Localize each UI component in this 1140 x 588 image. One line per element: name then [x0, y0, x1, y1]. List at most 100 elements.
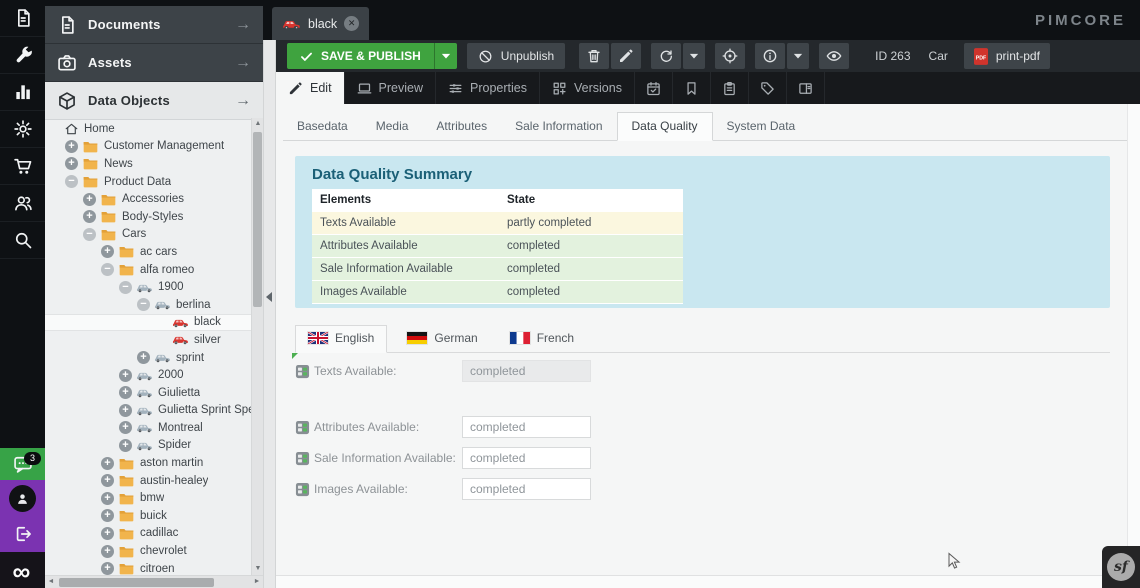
save-publish-button[interactable]: SAVE & PUBLISH [287, 43, 457, 69]
attributes-available-input[interactable] [462, 416, 591, 438]
tree-item-citroen[interactable]: + citroen [45, 560, 263, 575]
save-publish-main[interactable]: SAVE & PUBLISH [287, 43, 434, 69]
tree-item-1900[interactable]: − 1900 [45, 278, 263, 296]
tree-item-cadillac[interactable]: + cadillac [45, 525, 263, 543]
tree-item-sprint[interactable]: + sprint [45, 349, 263, 367]
symfony-debug-toolbar-button[interactable]: sf [1102, 546, 1140, 588]
expand-icon[interactable]: + [101, 545, 114, 558]
tree-item-silver[interactable]: silver [45, 331, 263, 349]
expand-icon[interactable]: + [65, 140, 78, 153]
tree-item-accessories[interactable]: + Accessories [45, 190, 263, 208]
expand-icon[interactable]: + [119, 439, 132, 452]
subtab-media[interactable]: Media [362, 113, 423, 140]
pencil-button[interactable] [611, 43, 641, 69]
scroll-right-icon[interactable]: ► [251, 576, 263, 588]
tree-item-gulietta-sprint-specia[interactable]: + Gulietta Sprint Specia [45, 402, 263, 420]
tree-item-berlina[interactable]: − berlina [45, 296, 263, 314]
lang-tab-english[interactable]: English [295, 325, 387, 353]
expand-icon[interactable]: + [101, 492, 114, 505]
tree-vertical-scrollbar[interactable]: ▲ ▼ [251, 118, 263, 575]
expand-icon[interactable]: + [137, 351, 150, 364]
tree-item-home[interactable]: Home [45, 120, 263, 138]
subtab-data-quality[interactable]: Data Quality [617, 112, 713, 141]
tree-horizontal-scrollbar[interactable]: ◄ ► [45, 575, 263, 588]
tab-layout[interactable] [787, 72, 825, 104]
rail-infinity-button[interactable]: ∞ [0, 552, 45, 588]
rail-cart-button[interactable] [0, 148, 45, 185]
expand-icon[interactable]: + [101, 474, 114, 487]
subtab-basedata[interactable]: Basedata [283, 113, 362, 140]
tree-item-black[interactable]: black [45, 314, 263, 332]
info-button[interactable] [755, 43, 785, 69]
tab-tag[interactable] [749, 72, 787, 104]
tab-clipboard[interactable] [711, 72, 749, 104]
tree-item-alfa-romeo[interactable]: − alfa romeo [45, 261, 263, 279]
lang-tab-french[interactable]: French [498, 326, 586, 352]
collapse-icon[interactable]: − [83, 228, 96, 241]
tree-item-news[interactable]: + News [45, 155, 263, 173]
save-options-caret[interactable] [434, 43, 457, 69]
tree-item-product-data[interactable]: − Product Data [45, 173, 263, 191]
unpublish-button[interactable]: Unpublish [467, 43, 565, 69]
panel-splitter[interactable] [263, 40, 276, 588]
rail-wrench-button[interactable] [0, 37, 45, 74]
scroll-left-icon[interactable]: ◄ [45, 576, 57, 588]
expand-icon[interactable]: + [65, 157, 78, 170]
tree-item-ac-cars[interactable]: + ac cars [45, 243, 263, 261]
tree-item-cars[interactable]: − Cars [45, 226, 263, 244]
tree-item-body-styles[interactable]: + Body-Styles [45, 208, 263, 226]
rail-page-button[interactable] [0, 0, 45, 37]
tab-calendar-check[interactable] [635, 72, 673, 104]
target-button[interactable] [715, 43, 745, 69]
expand-icon[interactable]: + [83, 193, 96, 206]
tree-item-spider[interactable]: + Spider [45, 437, 263, 455]
rail-people-button[interactable] [0, 185, 45, 222]
eye-button[interactable] [819, 43, 849, 69]
rail-gear-button[interactable] [0, 111, 45, 148]
tab-bookmark[interactable] [673, 72, 711, 104]
tab-versions[interactable]: Versions [540, 72, 635, 104]
tree-item-2000[interactable]: + 2000 [45, 366, 263, 384]
scrollbar-thumb[interactable] [59, 578, 214, 587]
expand-icon[interactable]: + [101, 245, 114, 258]
texts-available-input[interactable] [462, 360, 591, 382]
tree-item-buick[interactable]: + buick [45, 507, 263, 525]
tree-item-austin-healey[interactable]: + austin-healey [45, 472, 263, 490]
expand-icon[interactable]: + [119, 369, 132, 382]
refresh-button[interactable] [651, 43, 681, 69]
subtab-sale-information[interactable]: Sale Information [501, 113, 616, 140]
tree-item-montreal[interactable]: + Montreal [45, 419, 263, 437]
collapse-icon[interactable]: − [65, 175, 78, 188]
rail-search-button[interactable] [0, 222, 45, 259]
sale-information-available-input[interactable] [462, 447, 591, 469]
tab-edit[interactable]: Edit [276, 72, 345, 104]
tab-preview[interactable]: Preview [345, 72, 436, 104]
expand-icon[interactable]: + [101, 562, 114, 575]
collapse-icon[interactable]: − [137, 298, 150, 311]
rail-user-button[interactable] [0, 480, 45, 516]
tree-item-aston-martin[interactable]: + aston martin [45, 454, 263, 472]
tree-item-bmw[interactable]: + bmw [45, 489, 263, 507]
caret-down-button[interactable] [683, 43, 705, 69]
expand-icon[interactable]: + [119, 404, 132, 417]
expand-icon[interactable]: + [119, 421, 132, 434]
subtab-attributes[interactable]: Attributes [422, 113, 501, 140]
expand-icon[interactable]: + [101, 527, 114, 540]
collapse-panel-arrow-icon[interactable] [266, 292, 272, 302]
scrollbar-thumb[interactable] [253, 132, 262, 307]
lang-tab-german[interactable]: German [395, 326, 489, 352]
collapse-icon[interactable]: − [119, 281, 132, 294]
tab-properties[interactable]: Properties [436, 72, 540, 104]
rail-chat-button[interactable]: 3 [0, 448, 45, 480]
open-object-tab[interactable]: black ✕ [272, 7, 369, 40]
content-vertical-scrollbar[interactable] [1127, 104, 1140, 576]
expand-icon[interactable]: + [119, 386, 132, 399]
accordion-documents[interactable]: Documents → [45, 6, 263, 44]
accordion-data-objects[interactable]: Data Objects → [45, 82, 263, 120]
expand-icon[interactable]: + [101, 457, 114, 470]
rail-chart-button[interactable] [0, 74, 45, 111]
trash-button[interactable] [579, 43, 609, 69]
content-horizontal-scrollbar[interactable] [276, 575, 1128, 588]
expand-icon[interactable]: + [101, 509, 114, 522]
images-available-input[interactable] [462, 478, 591, 500]
